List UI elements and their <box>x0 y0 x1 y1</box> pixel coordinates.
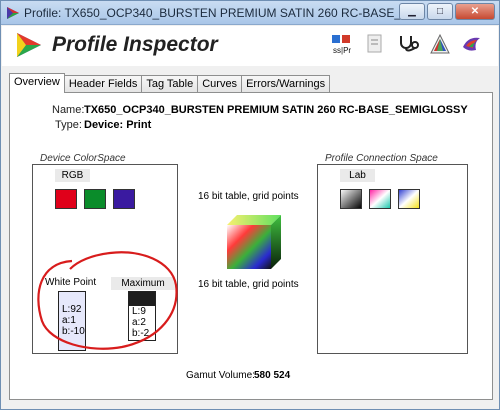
minimize-button[interactable]: ▁ <box>399 3 425 20</box>
tab-curves[interactable]: Curves <box>197 75 243 93</box>
profile-window: Profile: TX650_OCP340_BURSTEN PREMIUM SA… <box>0 0 500 410</box>
device-space-label: RGB <box>55 169 90 182</box>
svg-text:ss|Pr: ss|Pr <box>333 46 351 55</box>
tab-tag-table[interactable]: Tag Table <box>141 75 199 93</box>
app-header: Profile Inspector ss|Pr <box>2 26 498 66</box>
name-label: Name: <box>52 104 85 116</box>
profile-type-value: Device: Print <box>84 119 152 131</box>
window-title: Profile: TX650_OCP340_BURSTEN PREMIUM SA… <box>24 6 406 20</box>
green-swatch <box>84 189 106 209</box>
color-palette-icon[interactable] <box>460 32 484 56</box>
profile-name-value: TX650_OCP340_BURSTEN PREMIUM SATIN 260 R… <box>84 104 468 116</box>
profile-inspector-logo <box>17 33 41 57</box>
lab-a-swatch <box>369 189 391 209</box>
pcs-title: Profile Connection Space <box>325 153 438 164</box>
gamut-volume-label: Gamut Volume: <box>186 370 255 381</box>
document-icon[interactable] <box>363 32 387 56</box>
type-label: Type: <box>55 119 82 131</box>
pcs-box: Lab <box>317 164 468 354</box>
close-button[interactable]: ✕ <box>455 3 495 20</box>
tab-strip: Overview Header Fields Tag Table Curves … <box>9 73 331 93</box>
app-title: Profile Inspector <box>52 33 218 56</box>
gamut-volume-value: 580 524 <box>254 370 291 381</box>
color-cube <box>227 215 281 269</box>
app-icon <box>7 7 19 19</box>
lab-l-swatch <box>340 189 362 209</box>
stethoscope-icon[interactable] <box>396 32 420 56</box>
title-bar[interactable]: Profile: TX650_OCP340_BURSTEN PREMIUM SA… <box>1 1 499 25</box>
pcs-space-label: Lab <box>340 169 375 182</box>
profile-convert-icon[interactable]: ss|Pr <box>330 32 354 56</box>
lab-b-swatch <box>398 189 420 209</box>
tab-header-fields[interactable]: Header Fields <box>63 75 143 93</box>
device-colorspace-title: Device ColorSpace <box>40 153 126 164</box>
table-top-label: 16 bit table, grid points <box>198 191 299 202</box>
red-swatch <box>55 189 77 209</box>
maximize-button[interactable]: □ <box>427 3 453 20</box>
red-annotation-circle <box>37 251 178 350</box>
table-bottom-label: 16 bit table, grid points <box>198 279 299 290</box>
blue-swatch <box>113 189 135 209</box>
tab-errors-warnings[interactable]: Errors/Warnings <box>241 75 331 93</box>
color-triangle-icon[interactable] <box>428 32 452 56</box>
overview-panel: Name: TX650_OCP340_BURSTEN PREMIUM SATIN… <box>9 92 493 400</box>
tab-overview[interactable]: Overview <box>9 73 65 93</box>
